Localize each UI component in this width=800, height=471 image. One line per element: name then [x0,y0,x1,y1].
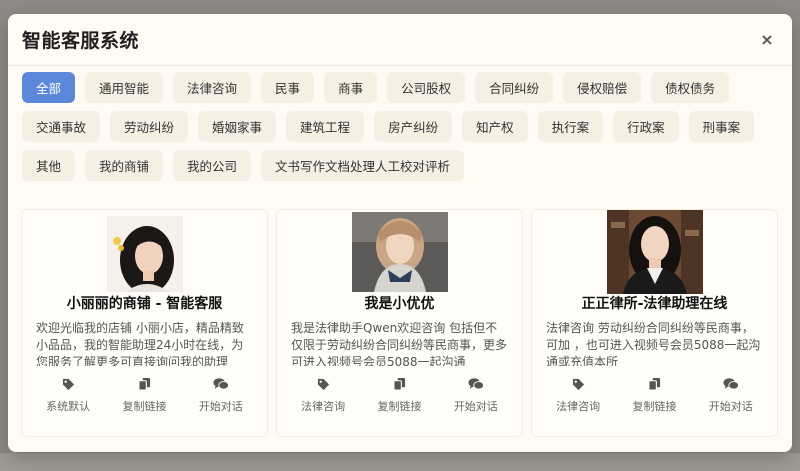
card-actions: 法律咨询 复制链接 开始对话 [532,376,777,414]
tab-contract-dispute[interactable]: 合同纠纷 [475,72,554,103]
close-icon[interactable]: × [756,29,778,51]
tab-tort-compensation[interactable]: 侵权赔偿 [563,72,642,103]
tab-administrative[interactable]: 行政案 [613,111,679,142]
action-label: 复制链接 [632,400,677,413]
card-actions: 法律咨询 复制链接 开始对话 [277,376,522,414]
copy-icon [136,376,152,392]
action-label: 开始对话 [453,400,498,413]
card-name: 正正律所-法律助理在线 [581,296,728,312]
tab-my-shop[interactable]: 我的商铺 [85,150,164,181]
modal-title: 智能客服系统 [22,30,140,52]
card-description: 欢迎光临我的店铺 小丽小店，精品精致小品品，我的智能助理24小时在线，为您服务了… [36,321,244,366]
tab-enforcement[interactable]: 执行案 [537,111,604,142]
copy-link-button[interactable]: 复制链接 [365,376,433,414]
tab-commercial[interactable]: 商事 [324,72,378,103]
chat-bubbles-icon [723,376,739,392]
tab-traffic-accident[interactable]: 交通事故 [22,111,101,142]
action-label: 法律咨询 [301,400,346,413]
tab-document-writing[interactable]: 文书写作文档处理人工校对评析 [261,150,465,181]
tab-general-ai[interactable]: 通用智能 [85,72,164,103]
copy-link-button[interactable]: 复制链接 [620,376,688,414]
action-label: 系统默认 [46,400,91,413]
tab-my-company[interactable]: 我的公司 [173,150,252,181]
action-label: 法律咨询 [556,400,601,413]
card-description: 我是法律助手Qwen欢迎咨询 包括但不仅限于劳动纠纷合同纠纷等民商事，更多可进入… [291,321,508,366]
tab-civil[interactable]: 民事 [261,72,315,103]
tab-criminal[interactable]: 刑事案 [688,111,755,142]
action-label: 复制链接 [122,400,167,413]
assistant-card[interactable]: 小丽丽的商铺 - 智能客服 欢迎光临我的店铺 小丽小店，精品精致小品品，我的智能… [22,210,267,436]
tag-icon [315,376,331,392]
category-tag-button[interactable]: 法律咨询 [544,376,612,414]
tab-marriage-family[interactable]: 婚姻家事 [198,111,277,142]
avatar [606,210,703,294]
action-label: 开始对话 [708,400,753,413]
page-backdrop [0,453,800,471]
tag-icon [570,376,586,392]
tab-company-equity[interactable]: 公司股权 [387,72,466,103]
copy-link-button[interactable]: 复制链接 [110,376,178,414]
avatar [351,212,448,292]
card-name: 小丽丽的商铺 - 智能客服 [66,296,223,312]
avatar [106,216,183,292]
tab-real-estate[interactable]: 房产纠纷 [374,111,453,142]
copy-icon [391,376,407,392]
tab-labor-dispute[interactable]: 劳动纠纷 [110,111,189,142]
assistant-card[interactable]: 我是小优优 我是法律助手Qwen欢迎咨询 包括但不仅限于劳动纠纷合同纠纷等民商事… [277,210,522,436]
modal-header: 智能客服系统 × [8,14,792,66]
category-tag-button[interactable]: 法律咨询 [289,376,357,414]
chat-bubbles-icon [468,376,484,392]
start-chat-button[interactable]: 开始对话 [442,376,510,414]
start-chat-button[interactable]: 开始对话 [697,376,765,414]
tab-debt[interactable]: 债权债务 [651,72,730,103]
tab-ip[interactable]: 知产权 [462,111,528,142]
chat-bubbles-icon [213,376,229,392]
action-label: 复制链接 [377,400,422,413]
tab-all[interactable]: 全部 [22,72,76,103]
action-label: 开始对话 [198,400,243,413]
tab-construction[interactable]: 建筑工程 [286,111,365,142]
customer-service-modal: 智能客服系统 × 全部 通用智能 法律咨询 民事 商事 公司股权 合同纠纷 侵权… [8,14,792,452]
assistant-card[interactable]: 正正律所-法律助理在线 法律咨询 劳动纠纷合同纠纷等民商事，可加 ，也可进入视频… [532,210,777,436]
tab-legal-consult[interactable]: 法律咨询 [173,72,252,103]
tag-icon [60,376,76,392]
category-tabs: 全部 通用智能 法律咨询 民事 商事 公司股权 合同纠纷 侵权赔偿 债权债务 交… [22,72,782,181]
start-chat-button[interactable]: 开始对话 [187,376,255,414]
card-actions: 系统默认 复制链接 开始对话 [22,376,267,414]
category-tag-button[interactable]: 系统默认 [34,376,102,414]
card-description: 法律咨询 劳动纠纷合同纠纷等民商事，可加 ，也可进入视频号会员5088一起沟通或… [546,321,761,366]
tab-other[interactable]: 其他 [22,150,76,181]
card-name: 我是小优优 [364,296,435,312]
assistant-cards: 小丽丽的商铺 - 智能客服 欢迎光临我的店铺 小丽小店，精品精致小品品，我的智能… [22,210,778,436]
copy-icon [646,376,662,392]
